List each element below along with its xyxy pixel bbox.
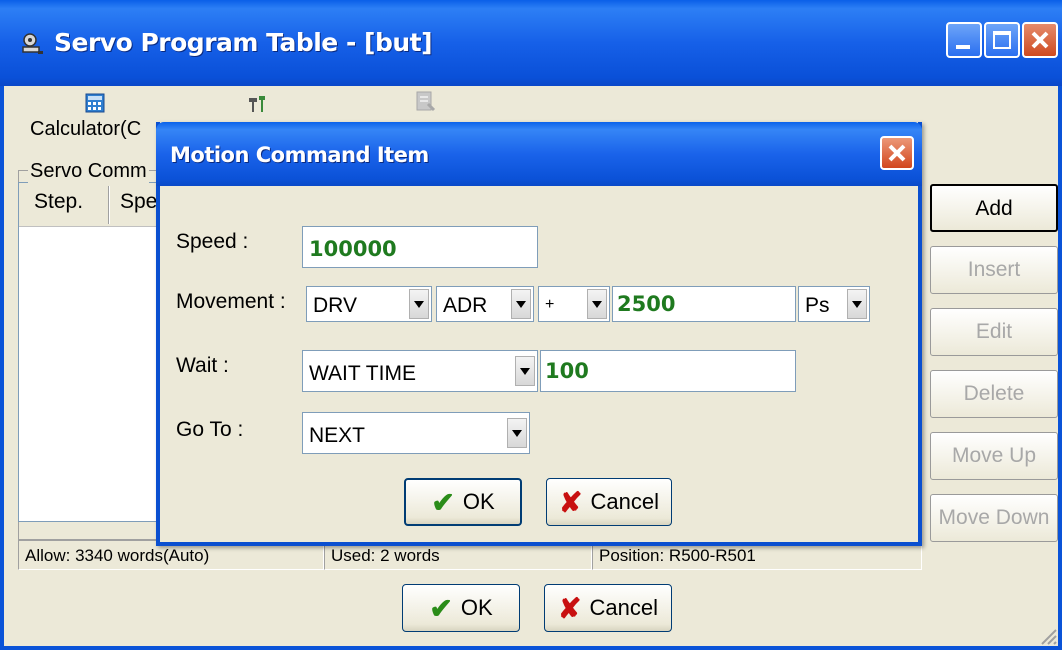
delete-button[interactable]: Delete [930,370,1058,418]
chevron-down-icon[interactable] [515,356,535,386]
movement-type-select[interactable]: DRV [306,286,432,322]
movement-sign-select[interactable]: + [538,286,610,322]
speed-value: 100000 [309,237,397,261]
resize-grip-icon[interactable] [1038,626,1058,646]
column-separator[interactable] [108,186,110,224]
window-title: Servo Program Table - [but] [54,28,433,57]
chevron-down-icon[interactable] [409,289,429,319]
goto-value: NEXT [309,424,366,447]
minimize-button[interactable] [946,22,982,58]
insert-button[interactable]: Insert [930,246,1058,294]
calculator-icon[interactable] [84,92,106,114]
main-cancel-button[interactable]: ✘ Cancel [544,584,672,632]
checkmark-icon: ✔ [431,486,455,518]
movement-sign-value: + [545,296,555,313]
movement-mode-value: ADR [443,294,488,317]
close-icon [1031,31,1049,49]
chevron-down-icon[interactable] [587,289,607,319]
dialog-ok-button[interactable]: ✔ OK [404,478,522,526]
movement-value: 2500 [617,292,676,316]
cancel-label: Cancel [590,489,659,514]
move-down-button[interactable]: Move Down [930,494,1058,542]
cancel-label: Cancel [589,595,658,620]
wait-type-value: WAIT TIME [309,362,416,385]
movement-mode-select[interactable]: ADR [436,286,534,322]
chevron-down-icon[interactable] [847,289,867,319]
speed-label: Speed : [176,230,249,253]
dialog-close-button[interactable] [880,136,914,170]
cancel-x-icon: ✘ [559,486,583,518]
edit-button[interactable]: Edit [930,308,1058,356]
servo-app-icon [22,33,43,54]
ok-label: OK [462,489,495,514]
wait-value: 100 [545,359,589,383]
move-up-button[interactable]: Move Up [930,432,1058,480]
main-ok-button[interactable]: ✔ OK [402,584,520,632]
movement-unit-select[interactable]: Ps [798,286,870,322]
group-label: Servo Comm [28,160,149,183]
goto-select[interactable]: NEXT [302,412,530,454]
movement-type-value: DRV [313,294,357,317]
movement-unit-value: Ps [805,294,830,317]
column-speed-header[interactable]: Spe [120,190,157,214]
speed-input[interactable]: 100000 [302,226,538,268]
movement-label: Movement : [176,290,286,313]
checkmark-icon: ✔ [429,592,453,624]
wait-label: Wait : [176,354,229,377]
movement-value-input[interactable]: 2500 [612,286,796,322]
maximize-button[interactable] [984,22,1020,58]
wait-type-select[interactable]: WAIT TIME [302,350,538,392]
disabled-tool-icon [416,91,436,112]
close-button[interactable] [1022,22,1058,58]
chevron-down-icon[interactable] [507,418,527,448]
minimize-icon [956,45,970,49]
close-icon [888,144,906,162]
goto-label: Go To : [176,418,244,441]
chevron-down-icon[interactable] [511,289,531,319]
cancel-x-icon: ✘ [558,592,582,624]
wait-value-input[interactable]: 100 [540,350,796,392]
dialog-title: Motion Command Item [170,143,429,167]
setup-tools-icon[interactable] [246,92,268,114]
add-button[interactable]: Add [930,184,1058,232]
ok-label: OK [460,595,493,620]
column-step-header[interactable]: Step. [34,190,83,214]
maximize-icon [993,31,1011,49]
calculator-menu-label[interactable]: Calculator(C [30,118,141,141]
dialog-cancel-button[interactable]: ✘ Cancel [546,478,672,526]
